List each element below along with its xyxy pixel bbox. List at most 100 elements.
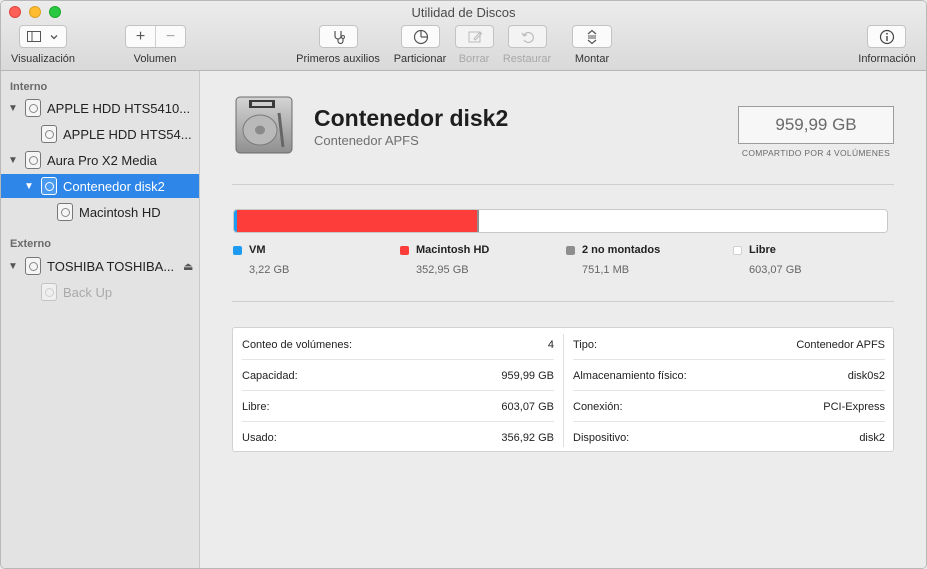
sidebar-item-label: APPLE HDD HTS54...	[63, 126, 192, 142]
sidebar-item-apple-hdd-container[interactable]: APPLE HDD HTS54...	[1, 122, 199, 146]
hard-disk-large-icon	[235, 96, 293, 154]
hard-disk-icon	[41, 283, 57, 301]
sidebar-item-label: Aura Pro X2 Media	[47, 152, 157, 168]
hard-disk-icon	[41, 125, 57, 143]
sidebar-item-back-up[interactable]: Back Up	[1, 280, 199, 304]
mount-label: Montar	[574, 53, 610, 65]
info-value: Contenedor APFS	[796, 338, 885, 351]
remove-volume-button[interactable]: −	[156, 28, 185, 46]
sidebar-item-apple-hdd[interactable]: ▼ APPLE HDD HTS5410...	[1, 96, 199, 120]
sidebar-item-aura-pro[interactable]: ▼ Aura Pro X2 Media	[1, 148, 199, 172]
info-row-used: Usado: 356,92 GB	[233, 422, 563, 453]
sidebar-item-label: Macintosh HD	[79, 204, 161, 220]
shared-volumes-note: COMPARTIDO POR 4 VOLÚMENES	[741, 148, 891, 158]
info-label: Conexión:	[573, 400, 623, 413]
disclosure-triangle-icon[interactable]: ▼	[8, 103, 18, 114]
volume-segmented-control: + −	[125, 25, 186, 48]
eject-icon[interactable]: ⏏	[183, 260, 193, 273]
usage-segment-3	[479, 210, 887, 232]
info-column-right: Tipo: Contenedor APFS Almacenamiento físi…	[564, 328, 894, 451]
info-value: disk2	[859, 431, 885, 444]
first-aid-label: Primeros auxilios	[296, 53, 380, 65]
sidebar-item-container-disk2[interactable]: ▼ Contenedor disk2	[1, 174, 199, 198]
volume-subtitle: Contenedor APFS	[314, 133, 419, 148]
window-title: Utilidad de Discos	[411, 5, 516, 20]
disclosure-triangle-icon[interactable]: ▼	[8, 261, 18, 272]
legend-value: 603,07 GB	[749, 264, 802, 276]
legend-swatch	[733, 245, 742, 255]
add-volume-button[interactable]: +	[126, 28, 155, 46]
info-button[interactable]	[867, 25, 906, 48]
legend-value: 352,95 GB	[416, 264, 469, 276]
info-label: Información	[858, 53, 916, 65]
info-label: Dispositivo:	[573, 431, 630, 444]
info-value: 4	[547, 338, 554, 351]
info-label: Libre:	[242, 400, 270, 413]
legend-item-macintosh-hd: Macintosh HD 352,95 GB	[400, 244, 489, 276]
info-icon	[879, 29, 894, 44]
stethoscope-icon	[333, 30, 345, 44]
info-value: 356,92 GB	[501, 431, 554, 444]
hard-disk-icon	[57, 203, 73, 221]
info-row-physical-store: Almacenamiento físico: disk0s2	[564, 360, 894, 391]
info-label: Usado:	[242, 431, 277, 444]
legend-label: Libre	[749, 244, 776, 256]
restore-button[interactable]	[508, 25, 547, 48]
external-section-header: Externo	[10, 238, 51, 250]
volume-label: Volumen	[133, 53, 177, 65]
legend-swatch	[566, 245, 575, 255]
sidebar-item-label: APPLE HDD HTS5410...	[47, 100, 191, 116]
info-table: Conteo de volúmenes: 4 Capacidad: 959,99 G…	[232, 327, 894, 452]
info-row-type: Tipo: Contenedor APFS	[564, 329, 894, 360]
info-column-left: Conteo de volúmenes: 4 Capacidad: 959,99 G…	[233, 328, 563, 451]
disk-utility-window: Utilidad de Discos Visualización + − Vol…	[0, 0, 927, 569]
chevron-down-icon	[50, 34, 58, 39]
info-label: Tipo:	[573, 338, 598, 351]
legend-item-vm: VM 3,22 GB	[233, 244, 289, 276]
info-label: Almacenamiento físico:	[573, 369, 687, 382]
sidebar-item-toshiba[interactable]: ▼ TOSHIBA TOSHIBA... ⏏	[1, 254, 199, 278]
legend-value: 751,1 MB	[582, 264, 630, 276]
mount-icon	[587, 29, 597, 44]
usage-segment-1	[236, 210, 477, 232]
internal-section-header: Interno	[10, 81, 48, 93]
sidebar-item-label: Back Up	[63, 284, 113, 300]
info-row-volume-count: Conteo de volúmenes: 4	[233, 329, 563, 360]
partition-pie-icon	[413, 29, 428, 44]
info-label: Conteo de volúmenes:	[242, 338, 353, 351]
disclosure-triangle-icon[interactable]: ▼	[8, 155, 18, 166]
legend-label: 2 no montados	[582, 244, 661, 256]
info-label: Capacidad:	[242, 369, 298, 382]
restore-arrow-icon	[521, 31, 534, 43]
divider	[232, 184, 894, 185]
capacity-box: 959,99 GB	[738, 106, 894, 144]
disclosure-triangle-icon[interactable]: ▼	[24, 181, 34, 192]
info-value: 603,07 GB	[501, 400, 554, 413]
usage-bar	[233, 209, 888, 233]
info-value: 959,99 GB	[501, 369, 554, 382]
info-value: PCI-Express	[823, 400, 885, 413]
partition-button[interactable]	[401, 25, 440, 48]
legend-swatch	[400, 245, 409, 255]
legend-swatch	[233, 245, 242, 255]
legend-label: Macintosh HD	[416, 244, 490, 256]
hard-disk-icon	[25, 99, 41, 117]
divider	[232, 301, 894, 302]
view-button[interactable]	[19, 25, 67, 48]
info-row-connection: Conexión: PCI-Express	[564, 391, 894, 422]
legend-item-free: Libre 603,07 GB	[733, 244, 802, 276]
main-panel: Contenedor disk2 Contenedor APFS 959,99 …	[201, 71, 926, 568]
first-aid-button[interactable]	[319, 25, 358, 48]
sidebar-item-macintosh-hd[interactable]: Macintosh HD	[1, 200, 199, 224]
legend-value: 3,22 GB	[249, 264, 290, 276]
sidebar-item-label: Contenedor disk2	[63, 178, 165, 194]
restore-label: Restaurar	[502, 53, 552, 65]
info-row-capacity: Capacidad: 959,99 GB	[233, 360, 563, 391]
hard-disk-icon	[41, 177, 57, 195]
legend-label: VM	[249, 244, 266, 256]
mount-button[interactable]	[572, 25, 612, 48]
sidebar: Interno ▼ APPLE HDD HTS5410... APPLE HDD…	[1, 71, 200, 568]
erase-pencil-icon	[468, 30, 482, 42]
erase-button[interactable]	[455, 25, 494, 48]
view-label: Visualización	[10, 53, 76, 65]
